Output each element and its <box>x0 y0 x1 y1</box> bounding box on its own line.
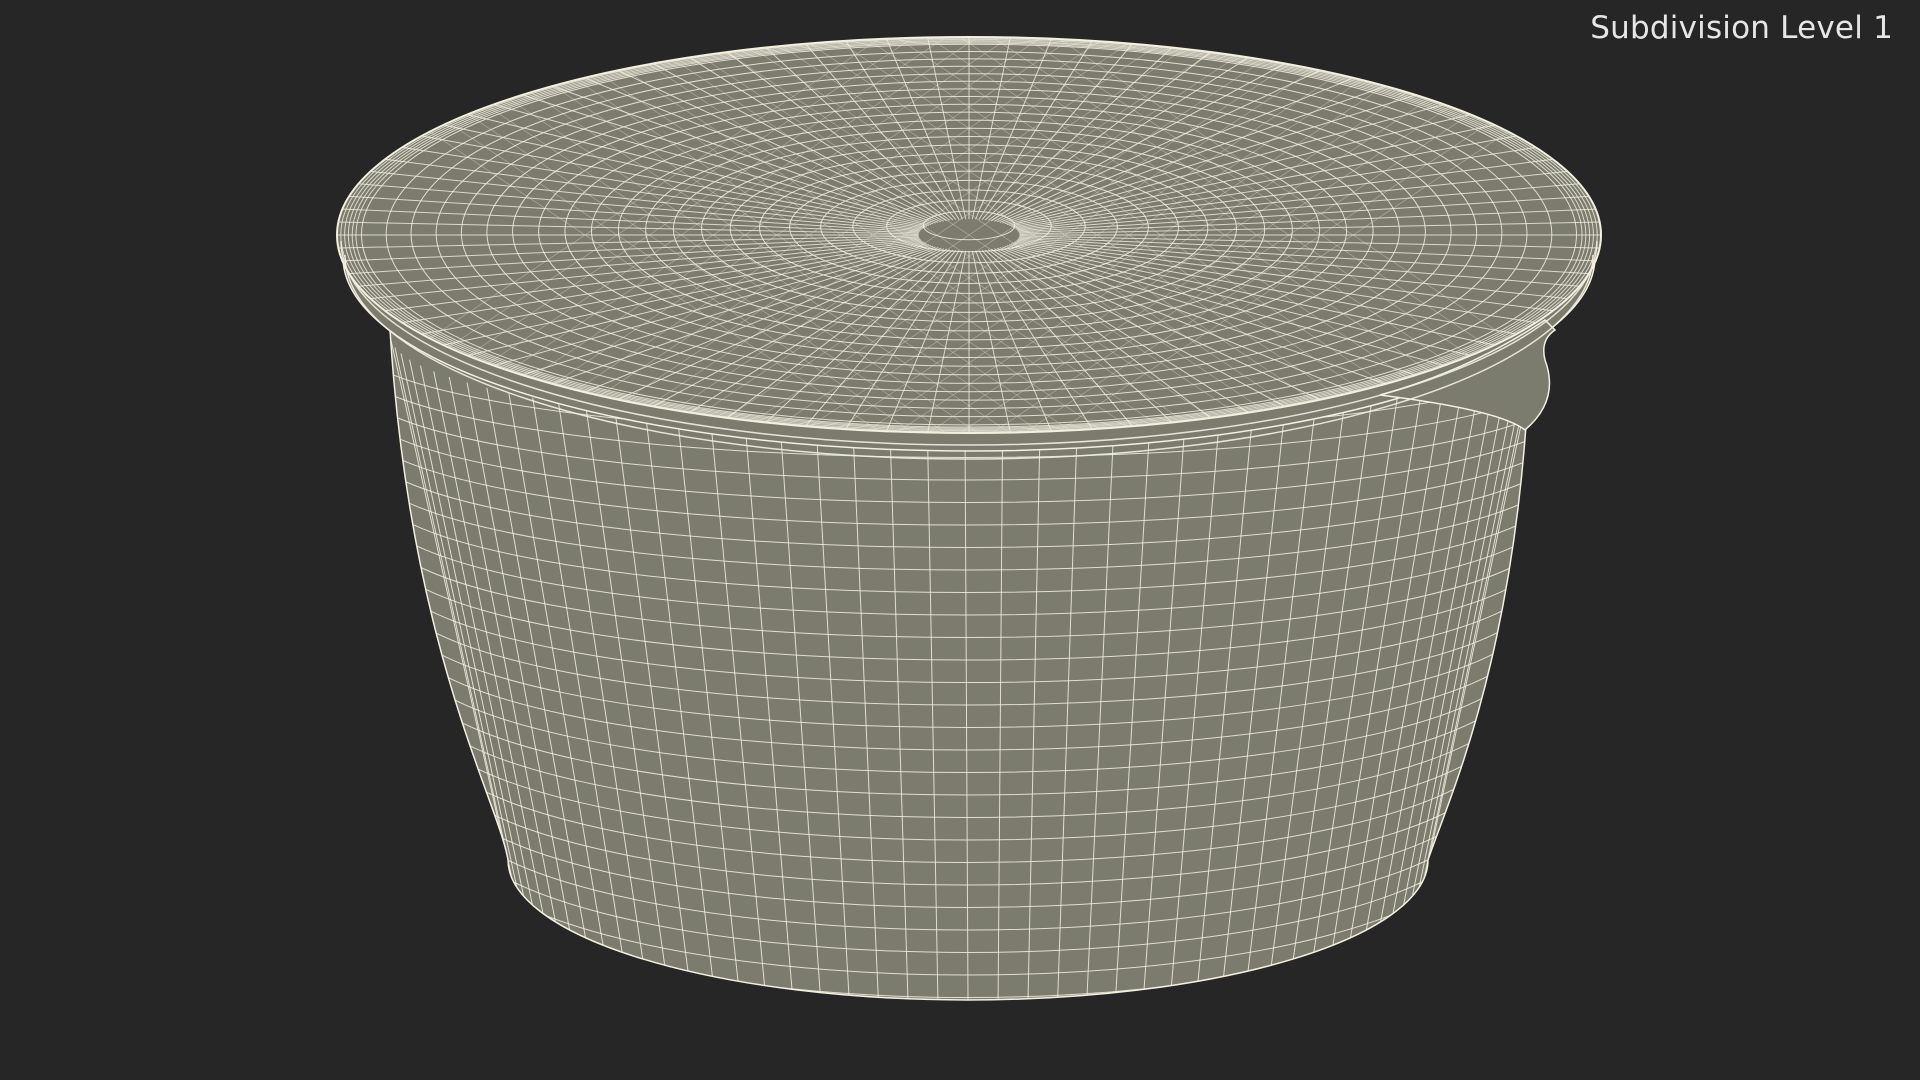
render-viewport: Subdivision Level 1 <box>0 0 1920 1080</box>
wireframe-cup-model <box>336 36 1602 1001</box>
